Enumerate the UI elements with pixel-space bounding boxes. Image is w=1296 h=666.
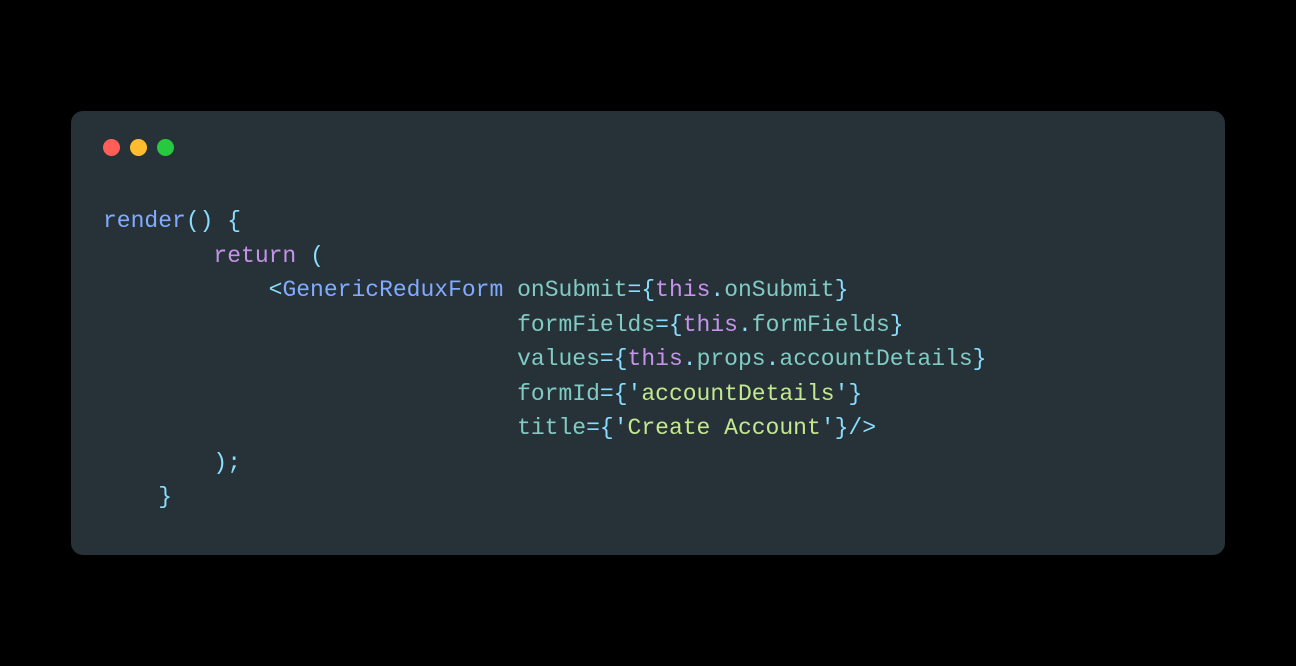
code-attr: onSubmit: [517, 277, 627, 303]
code-keyword: return: [213, 243, 296, 269]
code-space: [296, 243, 310, 269]
minimize-icon[interactable]: [130, 139, 147, 156]
code-punct: {: [600, 415, 614, 441]
code-prop: props: [697, 346, 766, 372]
code-punct: .: [710, 277, 724, 303]
code-punct: {: [614, 381, 628, 407]
code-punct: =: [586, 415, 600, 441]
code-punct: ': [835, 381, 849, 407]
code-punct: {: [669, 312, 683, 338]
close-icon[interactable]: [103, 139, 120, 156]
code-punct: .: [738, 312, 752, 338]
code-punct: {: [614, 346, 628, 372]
code-punct: (): [186, 208, 214, 234]
code-attr: formId: [517, 381, 600, 407]
code-punct: (: [310, 243, 324, 269]
code-attr: title: [517, 415, 586, 441]
code-punct: />: [848, 415, 876, 441]
code-indent: [103, 277, 269, 303]
code-indent: [103, 381, 517, 407]
code-punct: =: [628, 277, 642, 303]
code-punct: );: [213, 450, 241, 476]
code-punct: {: [641, 277, 655, 303]
code-punct: }: [835, 415, 849, 441]
code-punct: ': [614, 415, 628, 441]
code-punct: }: [973, 346, 987, 372]
code-indent: [103, 415, 517, 441]
code-indent: [103, 450, 213, 476]
code-attr: values: [517, 346, 600, 372]
code-space: [503, 277, 517, 303]
code-attr: formFields: [517, 312, 655, 338]
code-component: GenericReduxForm: [282, 277, 503, 303]
code-punct: =: [600, 381, 614, 407]
code-punct: }: [848, 381, 862, 407]
code-indent: [103, 243, 213, 269]
maximize-icon[interactable]: [157, 139, 174, 156]
code-punct: =: [655, 312, 669, 338]
code-prop: formFields: [752, 312, 890, 338]
window-controls: [103, 139, 1193, 156]
code-space: [213, 208, 227, 234]
code-punct: }: [890, 312, 904, 338]
code-window: render() { return ( <GenericReduxForm on…: [71, 111, 1225, 555]
code-this: this: [628, 346, 683, 372]
code-punct: ': [628, 381, 642, 407]
code-punct: .: [683, 346, 697, 372]
code-punct: {: [227, 208, 241, 234]
code-punct: }: [158, 484, 172, 510]
code-method: render: [103, 208, 186, 234]
code-punct: <: [269, 277, 283, 303]
code-string: Create Account: [628, 415, 821, 441]
code-punct: .: [766, 346, 780, 372]
code-prop: onSubmit: [724, 277, 834, 303]
code-this: this: [655, 277, 710, 303]
code-string: accountDetails: [641, 381, 834, 407]
code-punct: }: [835, 277, 849, 303]
code-indent: [103, 346, 517, 372]
code-this: this: [683, 312, 738, 338]
code-indent: [103, 312, 517, 338]
code-prop: accountDetails: [779, 346, 972, 372]
code-block: render() { return ( <GenericReduxForm on…: [103, 204, 1193, 515]
code-punct: =: [600, 346, 614, 372]
code-indent: [103, 484, 158, 510]
code-punct: ': [821, 415, 835, 441]
